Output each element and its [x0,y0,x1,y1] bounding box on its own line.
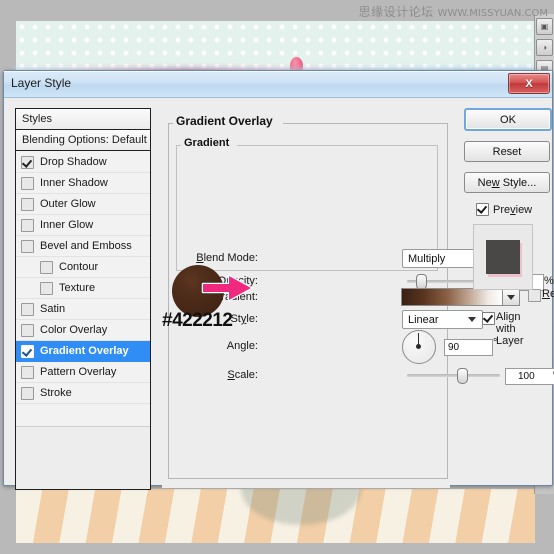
section-title: Gradient Overlay [173,114,276,128]
blend-mode-label: Blend Mode: [196,252,258,264]
watermark-cn: 思缘设计论坛 [358,5,434,19]
styles-panel-header: Styles [16,109,150,130]
preview-thumbnail-frame [473,224,533,290]
canvas-dome-shadow [241,489,361,525]
style-checkbox-4[interactable] [21,239,34,253]
dialog-body: Styles Blending Options: Default Drop Sh… [4,98,554,490]
blend-mode-label-text: lend Mode: [203,252,258,264]
style-row-outer-glow[interactable]: Outer Glow [16,194,150,215]
preview-label-rest: iew [515,203,533,216]
reverse-label-rest: everse [549,288,554,300]
style-row-label: Pattern Overlay [40,366,117,378]
style-row-label: Contour [59,261,99,273]
dialog-action-column: OK Reset Ne w Style... Preview [464,108,552,488]
style-row-label: Color Overlay [40,324,108,336]
styles-panel: Styles Blending Options: Default Drop Sh… [15,108,151,490]
new-style-button[interactable]: Ne w Style... [464,172,550,193]
scale-label-rest: cale: [234,369,258,381]
reset-button[interactable]: Reset [464,141,550,162]
style-checkbox-5[interactable] [40,260,53,274]
dialog-titlebar[interactable]: Layer Style X [4,71,552,98]
style-row-label: Texture [59,282,96,294]
scale-label: Scale: [227,369,258,381]
blend-mode-value: Multiply [408,252,446,265]
style-row-label: Inner Shadow [40,177,108,189]
preview-row[interactable]: Preview [476,203,546,216]
styles-list-empty-area [16,426,150,489]
canvas-top-dotted-area [16,21,535,71]
style-checkbox-11[interactable] [21,386,34,400]
canvas-bottom-striped-area [16,489,535,543]
style-row-pattern-overlay[interactable]: Pattern Overlay [16,362,150,383]
layer-style-dialog: Layer Style X Styles Blending Options: D… [3,70,554,490]
new-style-n: Ne [477,176,492,189]
style-value: Linear [408,313,439,326]
style-row-label: Satin [40,303,66,315]
style-row-texture[interactable]: Texture [16,278,150,299]
angle-label-a: An [226,340,241,352]
style-row-gradient-overlay[interactable]: Gradient Overlay [16,341,150,362]
annotation-hex-label: #422212 [162,310,233,331]
preview-label-p: Pre [493,203,511,216]
watermark: 思缘设计论坛 WWW.MISSYUAN.COM [359,3,548,20]
style-row-label: Bevel and Emboss [40,240,132,252]
annotation-arrow-icon [201,274,253,302]
style-row-bevel-and-emboss[interactable]: Bevel and Emboss [16,236,150,257]
new-style-rest: Style... [499,176,537,189]
angle-label-rest: le: [246,340,258,352]
styles-list: Drop Shadow Inner Shadow Outer Glow Inner G… [16,151,150,426]
style-checkbox-7[interactable] [21,302,34,316]
preview-thumbnail-swatch [486,240,520,274]
style-row-label: Drop Shadow [40,156,107,168]
style-checkbox-8[interactable] [21,323,34,337]
style-checkbox-2[interactable] [21,197,34,211]
style-row-color-overlay[interactable]: Color Overlay [16,320,150,341]
style-checkbox-3[interactable] [21,218,34,232]
style-row-inner-shadow[interactable]: Inner Shadow [16,173,150,194]
style-row-label: Outer Glow [40,198,96,210]
group-title: Gradient [181,137,233,149]
adjustment-icon[interactable]: ◑ [536,39,553,56]
style-checkbox-6[interactable] [40,281,53,295]
ok-button[interactable]: OK [464,108,552,131]
dialog-title: Layer Style [11,76,72,90]
style-row-label: Inner Glow [40,219,94,231]
style-checkbox-1[interactable] [21,176,34,190]
style-checkbox-0[interactable] [21,155,34,169]
preview-checkbox[interactable] [476,203,489,216]
style-row-contour[interactable]: Contour [16,257,150,278]
style-row-label: Stroke [40,387,72,399]
preview-label: Preview [493,203,533,216]
style-row-drop-shadow[interactable]: Drop Shadow [16,152,150,173]
angle-value: 90 [448,342,460,353]
angle-label: Angle: [226,340,258,352]
style-row-stroke[interactable]: Stroke [16,383,150,404]
style-label-rest: le: [246,313,258,325]
style-checkbox-10[interactable] [21,365,34,379]
blending-options-row[interactable]: Blending Options: Default [16,130,150,151]
close-icon[interactable]: X [508,73,550,94]
style-row-label: Gradient Overlay [40,345,129,357]
angle-dial[interactable] [402,330,436,364]
image-icon[interactable]: ▣ [536,18,553,35]
watermark-en: WWW.MISSYUAN.COM [437,8,548,19]
style-row-satin[interactable]: Satin [16,299,150,320]
style-checkbox-9[interactable] [21,344,34,358]
style-row-inner-glow[interactable]: Inner Glow [16,215,150,236]
angle-center-dot-icon [416,344,421,349]
